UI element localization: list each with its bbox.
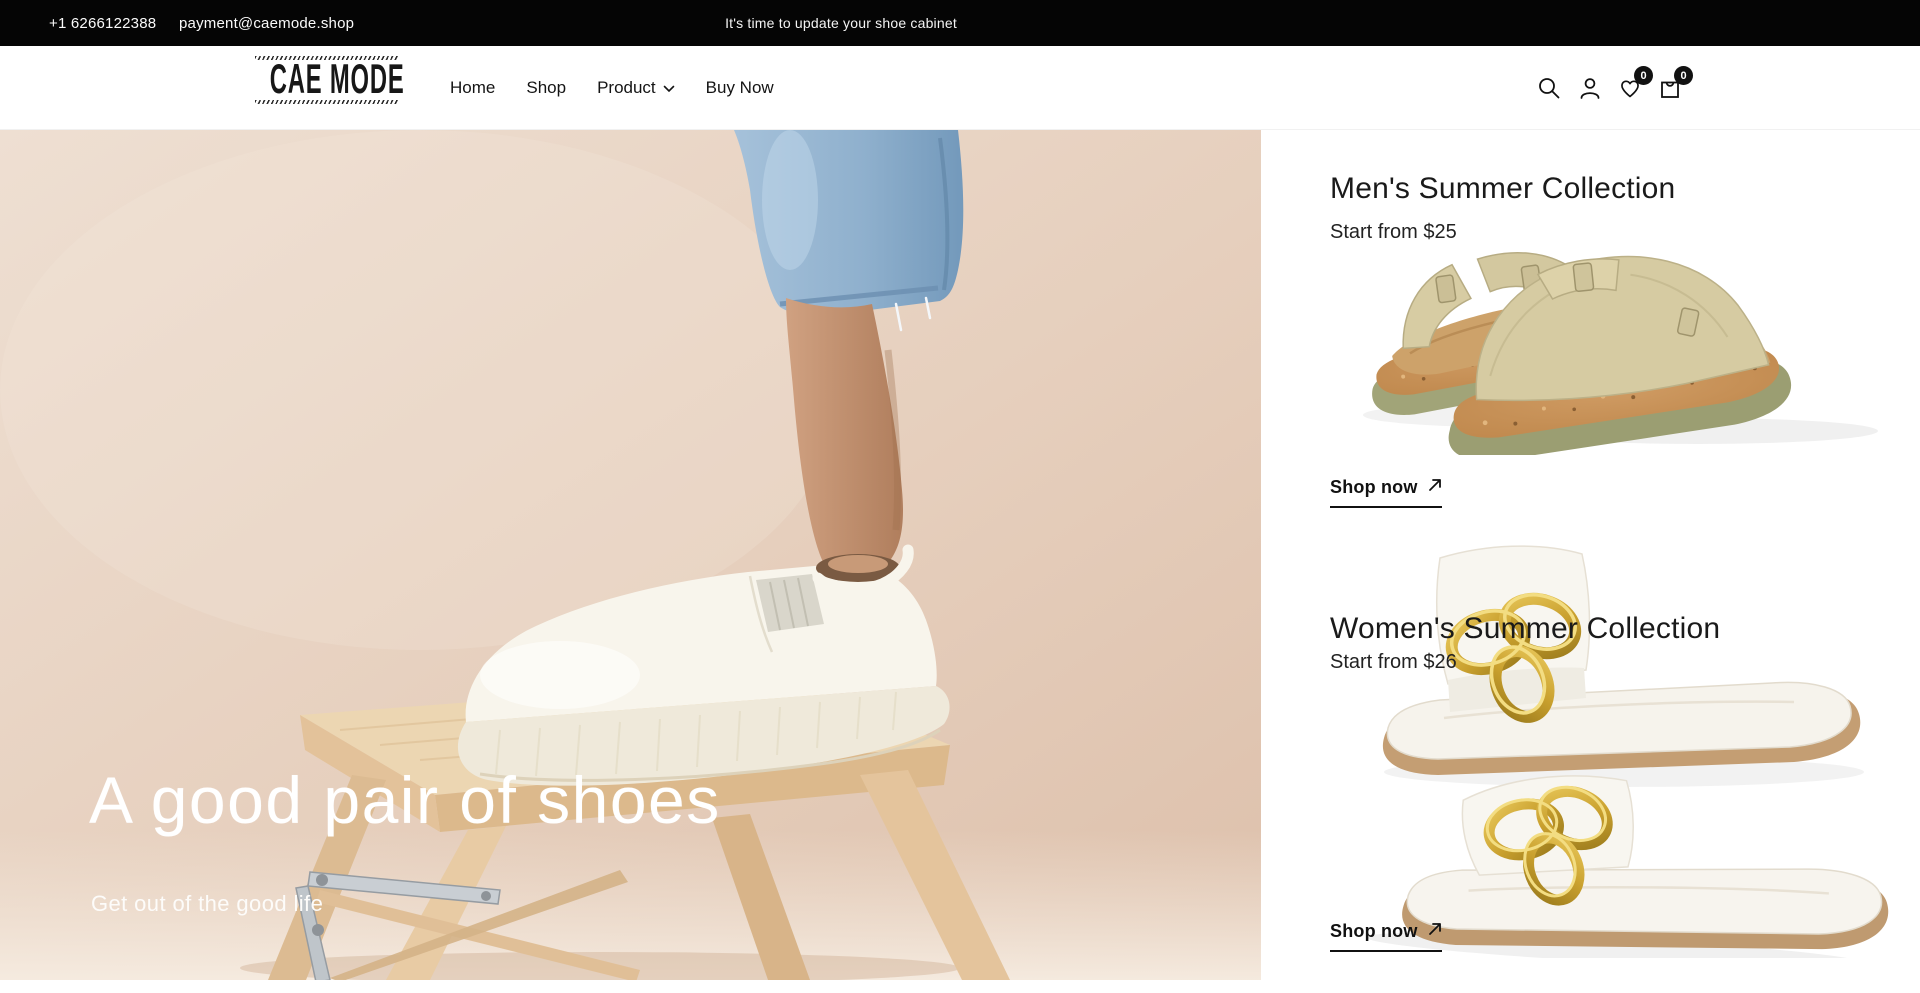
header: CAE MODE Home Shop Product Buy Now (0, 46, 1920, 130)
topbar: +1 6266122388 payment@caemode.shop It's … (0, 0, 1920, 46)
logo[interactable]: CAE MODE (255, 56, 399, 104)
main-nav: Home Shop Product Buy Now (450, 46, 774, 130)
womens-shop-now-label: Shop now (1330, 921, 1418, 942)
slide-bottom (1365, 765, 1894, 958)
nav-item-product-label: Product (597, 78, 656, 98)
cart-bag-icon[interactable]: 0 (1657, 75, 1683, 101)
arrow-up-right-icon (1428, 478, 1442, 497)
womens-collection-title: Women's Summer Collection (1330, 612, 1720, 646)
nav-item-home[interactable]: Home (450, 78, 495, 98)
search-icon[interactable] (1536, 75, 1562, 101)
mens-collection-price: Start from $25 (1330, 221, 1457, 244)
account-icon[interactable] (1577, 75, 1603, 101)
nav-item-product[interactable]: Product (597, 78, 675, 98)
wishlist-count-badge: 0 (1634, 66, 1653, 85)
nav-item-shop[interactable]: Shop (526, 78, 566, 98)
storefront-page: +1 6266122388 payment@caemode.shop It's … (0, 0, 1920, 993)
mens-collection-title: Men's Summer Collection (1330, 172, 1675, 206)
topbar-phone[interactable]: +1 6266122388 (49, 0, 156, 46)
mens-shop-now-link[interactable]: Shop now (1330, 477, 1442, 508)
hero-slider: A good pair of shoes Get out of the good… (0, 130, 1261, 980)
hero-photo (0, 130, 1261, 980)
mens-shop-now-label: Shop now (1330, 477, 1418, 498)
arrow-up-right-icon (1428, 922, 1442, 941)
chevron-down-icon (663, 78, 675, 98)
wishlist-heart-icon[interactable]: 0 (1617, 75, 1643, 101)
womens-collection-price: Start from $26 (1330, 651, 1457, 674)
hero-title: A good pair of shoes (89, 766, 721, 835)
hero-subtitle: Get out of the good life (91, 891, 323, 917)
nav-item-buy-now[interactable]: Buy Now (706, 78, 774, 98)
cart-count-badge: 0 (1674, 66, 1693, 85)
womens-shop-now-link[interactable]: Shop now (1330, 921, 1442, 952)
logo-text: CAE MODE (270, 51, 405, 109)
topbar-promo: It's time to update your shoe cabinet (725, 0, 957, 46)
womens-sandals-image[interactable] (1306, 522, 1912, 958)
topbar-email[interactable]: payment@caemode.shop (179, 0, 354, 46)
